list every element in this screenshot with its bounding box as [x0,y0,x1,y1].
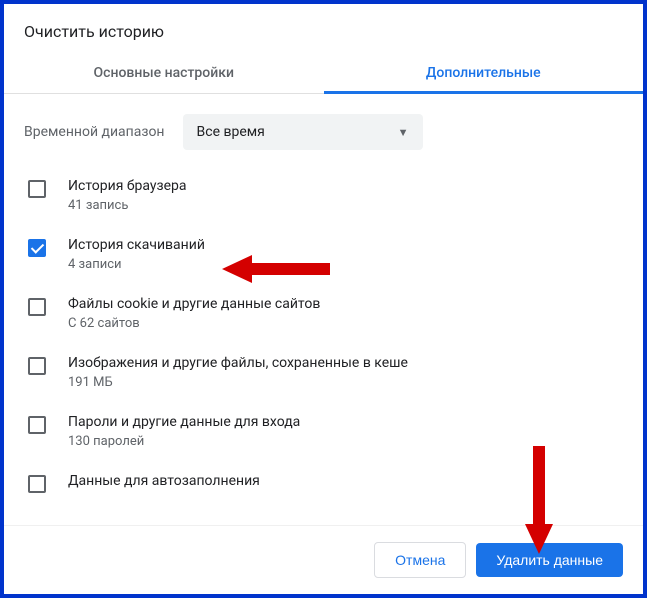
delete-data-button[interactable]: Удалить данные [476,543,623,577]
option-sub: 130 паролей [68,434,300,449]
clear-history-dialog: Очистить историю Основные настройки Допо… [4,4,643,594]
checkbox-cookies[interactable] [28,298,46,316]
option-row: История браузера 41 запись [4,166,643,225]
option-sub: 4 записи [68,257,205,272]
option-row: Пароли и другие данные для входа 130 пар… [4,402,643,461]
option-row: Данные для автозаполнения [4,461,643,505]
option-title: История браузера [68,178,186,194]
option-sub: 41 запись [68,198,186,213]
checkbox-browsing-history[interactable] [28,180,46,198]
dialog-footer: Отмена Удалить данные [4,525,643,594]
cancel-button[interactable]: Отмена [374,542,466,578]
chevron-down-icon: ▼ [398,126,409,139]
checkbox-download-history[interactable] [28,239,46,257]
tab-basic[interactable]: Основные настройки [4,51,324,93]
checkbox-passwords[interactable] [28,416,46,434]
tab-advanced[interactable]: Дополнительные [324,51,644,93]
option-title: Пароли и другие данные для входа [68,414,300,430]
option-row: История скачиваний 4 записи [4,225,643,284]
tabs: Основные настройки Дополнительные [4,51,643,94]
option-title: Файлы cookie и другие данные сайтов [68,296,320,312]
checkbox-autofill[interactable] [28,475,46,493]
scroll-area[interactable]: Временной диапазон Все время ▼ История б… [4,94,643,525]
option-title: История скачиваний [68,237,205,253]
time-range-value: Все время [197,124,265,140]
option-row: Изображения и другие файлы, сохраненные … [4,343,643,402]
time-range-label: Временной диапазон [24,124,165,140]
checkbox-cached-images[interactable] [28,357,46,375]
dialog-title: Очистить историю [4,4,643,51]
option-title: Данные для автозаполнения [68,473,260,489]
options-list: История браузера 41 запись История скачи… [4,162,643,505]
option-title: Изображения и другие файлы, сохраненные … [68,355,408,371]
option-sub: С 62 сайтов [68,316,320,331]
time-range-dropdown[interactable]: Все время ▼ [183,114,423,150]
option-sub: 191 МБ [68,375,408,390]
time-range-row: Временной диапазон Все время ▼ [4,94,643,162]
option-row: Файлы cookie и другие данные сайтов С 62… [4,284,643,343]
